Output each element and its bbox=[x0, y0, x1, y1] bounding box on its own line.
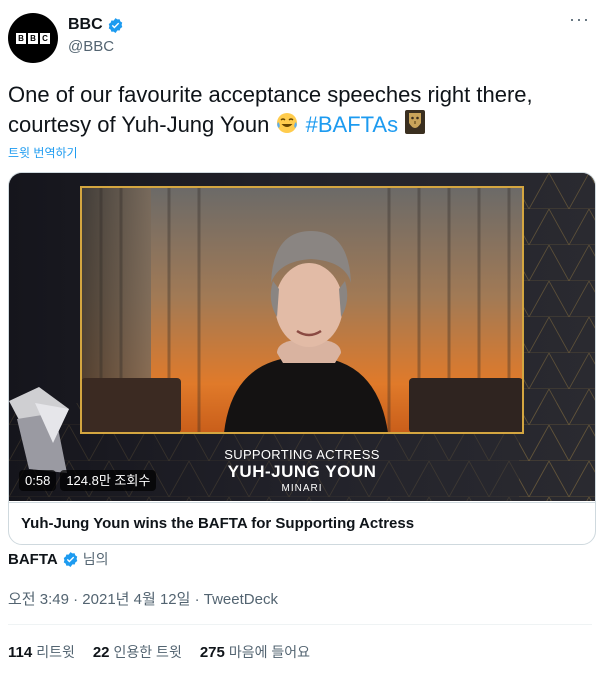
hashtag-link[interactable]: #BAFTAs bbox=[306, 112, 399, 137]
media-card[interactable]: SUPPORTING ACTRESS YUH-JUNG YOUN MINARI … bbox=[8, 172, 596, 545]
award-category: SUPPORTING ACTRESS bbox=[224, 447, 380, 462]
tweet-text: One of our favourite acceptance speeches… bbox=[8, 80, 592, 139]
video-lower-third: SUPPORTING ACTRESS YUH-JUNG YOUN MINARI bbox=[169, 447, 435, 495]
film-title: MINARI bbox=[281, 483, 323, 494]
tweet-body: One of our favourite acceptance speeches… bbox=[8, 82, 533, 137]
verified-badge-icon bbox=[63, 551, 78, 567]
media-caption[interactable]: Yuh-Jung Youn wins the BAFTA for Support… bbox=[9, 502, 595, 544]
author-display-name[interactable]: BBC bbox=[68, 15, 103, 35]
tweet-timestamp[interactable]: 오전 3:49 · 2021년 4월 12일 · TweetDeck bbox=[8, 588, 278, 609]
source-account-name[interactable]: BAFTA bbox=[8, 551, 58, 568]
source-suffix: 님의 bbox=[82, 551, 109, 567]
author-name-row[interactable]: BBC bbox=[68, 15, 124, 35]
stat-quote-tweets[interactable]: 22 인용한 트윗 bbox=[93, 642, 182, 662]
tweet-header: B B C BBC @BBC ··· bbox=[8, 10, 592, 66]
author-info: BBC @BBC bbox=[68, 15, 124, 57]
media-source: BAFTA 님의 bbox=[8, 549, 108, 569]
avatar[interactable]: B B C bbox=[8, 13, 58, 63]
bafta-mask-emoji-icon bbox=[405, 110, 426, 134]
more-options-icon[interactable]: ··· bbox=[569, 10, 590, 28]
translate-tweet-link[interactable]: 트윗 번역하기 bbox=[8, 144, 78, 161]
stat-likes[interactable]: 275 마음에 들어요 bbox=[200, 642, 310, 662]
tears-of-joy-emoji-icon bbox=[277, 113, 298, 133]
divider bbox=[8, 624, 592, 625]
verified-badge-icon bbox=[108, 17, 122, 33]
stat-retweets[interactable]: 114 리트윗 bbox=[8, 642, 75, 662]
bbc-logo: B B C bbox=[16, 32, 50, 44]
video-views: 124.8만 조회수 bbox=[60, 470, 157, 491]
winner-name: YUH-JUNG YOUN bbox=[227, 462, 377, 481]
video-duration: 0:58 bbox=[19, 470, 57, 491]
author-handle[interactable]: @BBC bbox=[68, 37, 124, 57]
video-player[interactable]: SUPPORTING ACTRESS YUH-JUNG YOUN MINARI … bbox=[9, 173, 595, 501]
engagement-stats: 114 리트윗 22 인용한 트윗 275 마음에 들어요 bbox=[8, 642, 310, 662]
video-info-badges: 0:58 124.8만 조회수 bbox=[19, 470, 157, 491]
